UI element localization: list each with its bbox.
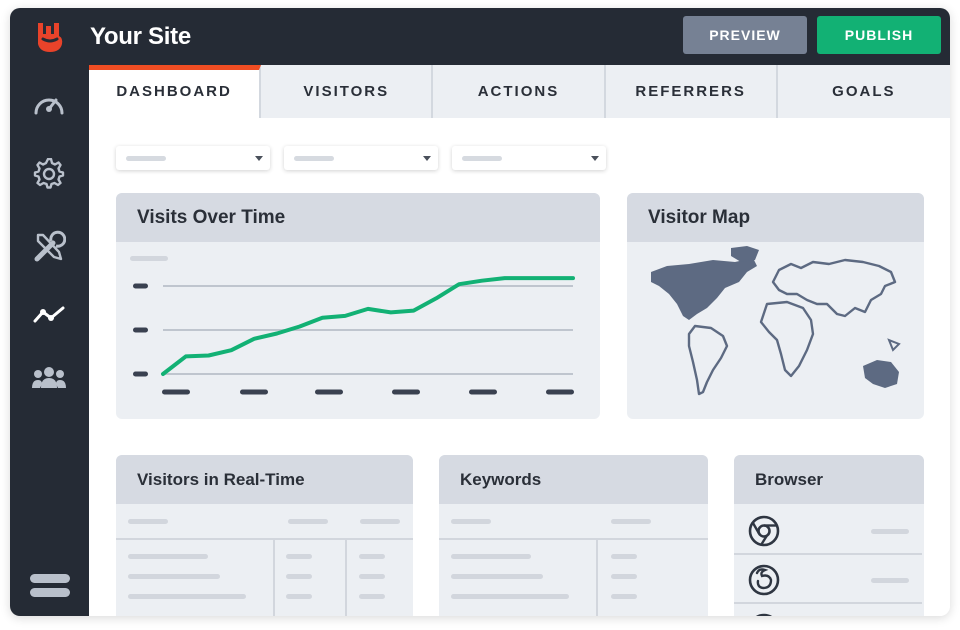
row-placeholder	[359, 594, 385, 599]
north-america-shape	[651, 258, 757, 320]
sidebar-item-tools[interactable]	[30, 228, 68, 266]
row-placeholder	[611, 574, 637, 579]
x-tick-label	[315, 389, 343, 395]
users-group-icon	[32, 367, 66, 388]
site-title: Your Site	[90, 23, 191, 50]
divider	[439, 538, 708, 540]
tab-referrers[interactable]: REFERRERS	[606, 65, 778, 118]
speedometer-icon	[34, 98, 64, 115]
divider	[734, 553, 922, 555]
rock-hand-logo-icon[interactable]	[32, 20, 68, 54]
visitors-realtime-card: Visitors in Real-Time	[116, 455, 413, 616]
column-header-placeholder	[451, 519, 491, 524]
australia-shape	[863, 360, 899, 388]
preview-button[interactable]: PREVIEW	[683, 16, 807, 54]
sidebar-item-dashboard[interactable]	[30, 85, 68, 123]
chrome-icon	[748, 515, 780, 547]
filter-dropdown-3[interactable]	[452, 146, 606, 170]
browser-card: Browser	[734, 455, 924, 616]
tab-goals[interactable]: GOALS	[778, 65, 950, 118]
x-tick-label	[392, 389, 420, 395]
x-tick-label	[469, 389, 497, 395]
sidebar-item-users[interactable]	[30, 358, 68, 396]
keywords-card: Keywords	[439, 455, 708, 616]
sidebar-item-settings[interactable]	[30, 155, 68, 193]
column-header-placeholder	[360, 519, 400, 524]
visits-over-time-card: Visits Over Time	[116, 193, 600, 419]
row-placeholder	[128, 594, 246, 599]
x-tick-label	[546, 389, 574, 395]
divider	[345, 538, 347, 616]
filter-dropdown-2[interactable]	[284, 146, 438, 170]
x-tick-label	[162, 389, 190, 395]
card-title: Browser	[734, 455, 924, 504]
dashboard-content: Visits Over Time Visitor Map Visitors in…	[89, 118, 950, 616]
x-tick-label	[240, 389, 268, 395]
africa-shape	[759, 300, 815, 378]
sidebar-item-analytics[interactable]	[30, 296, 68, 334]
browser-icon	[755, 613, 773, 616]
tab-visitors[interactable]: VISITORS	[261, 65, 434, 118]
eurasia-shape	[771, 258, 897, 318]
greenland-shape	[731, 246, 759, 262]
row-placeholder	[359, 574, 385, 579]
gear-icon	[33, 158, 65, 189]
tab-bar: DASHBOARD VISITORS ACTIONS REFERRERS GOA…	[89, 65, 950, 118]
row-placeholder	[871, 529, 909, 534]
row-placeholder	[128, 574, 220, 579]
series-line	[161, 276, 575, 376]
visits-line-chart	[130, 256, 575, 395]
row-placeholder	[451, 594, 569, 599]
row-placeholder	[611, 554, 637, 559]
sidebar-menu-toggle[interactable]	[29, 567, 71, 605]
tools-icon	[34, 230, 66, 262]
divider	[734, 602, 922, 604]
app-window: Your Site PREVIEW PUBLISH DASHBOARD VISI…	[10, 8, 950, 616]
divider	[273, 538, 275, 616]
card-title: Visitor Map	[627, 193, 924, 242]
publish-button[interactable]: PUBLISH	[817, 16, 941, 54]
row-placeholder	[359, 554, 385, 559]
menu-toggle-icon	[30, 574, 70, 597]
chevron-down-icon	[591, 156, 599, 161]
placeholder-bar	[294, 156, 334, 161]
placeholder-bar	[126, 156, 166, 161]
column-header-placeholder	[611, 519, 651, 524]
row-placeholder	[128, 554, 208, 559]
y-tick-label	[133, 327, 148, 333]
chevron-down-icon	[255, 156, 263, 161]
placeholder-bar	[462, 156, 502, 161]
row-placeholder	[451, 574, 543, 579]
tab-dashboard[interactable]: DASHBOARD	[89, 65, 262, 118]
column-header-placeholder	[128, 519, 168, 524]
row-placeholder	[286, 594, 312, 599]
row-placeholder	[871, 578, 909, 583]
visitor-map-card: Visitor Map	[627, 193, 924, 419]
island-shape	[887, 338, 901, 352]
sidebar	[10, 65, 89, 616]
chart-legend-placeholder	[130, 256, 168, 261]
firefox-icon	[748, 564, 780, 596]
card-title: Visitors in Real-Time	[116, 455, 413, 504]
row-placeholder	[286, 574, 312, 579]
divider	[596, 538, 598, 616]
divider	[116, 538, 413, 540]
chevron-down-icon	[423, 156, 431, 161]
world-map	[651, 246, 901, 396]
row-placeholder	[286, 554, 312, 559]
y-tick-label	[133, 283, 148, 289]
top-bar: Your Site PREVIEW PUBLISH	[10, 8, 950, 65]
row-placeholder	[611, 594, 637, 599]
card-title: Visits Over Time	[116, 193, 600, 242]
y-tick-label	[133, 371, 148, 377]
tab-actions[interactable]: ACTIONS	[433, 65, 606, 118]
analytics-line-icon	[33, 306, 65, 323]
column-header-placeholder	[288, 519, 328, 524]
filter-dropdown-1[interactable]	[116, 146, 270, 170]
card-title: Keywords	[439, 455, 708, 504]
south-america-shape	[687, 324, 729, 396]
row-placeholder	[451, 554, 531, 559]
